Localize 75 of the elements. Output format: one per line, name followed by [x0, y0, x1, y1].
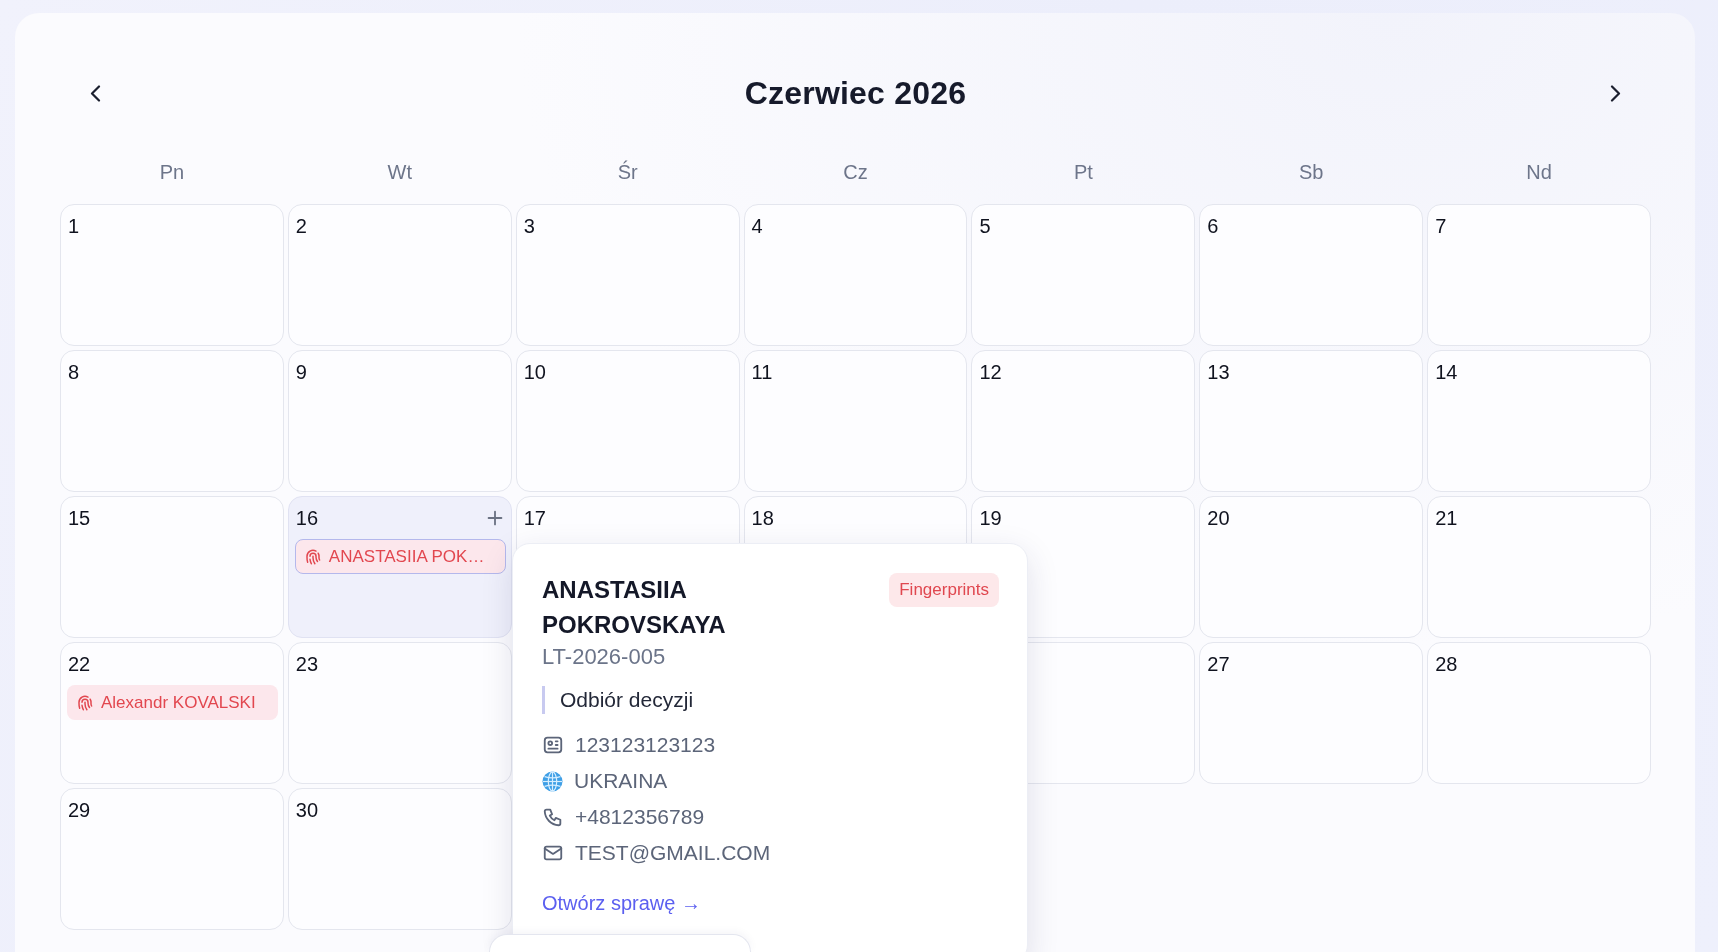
day-number: 5 — [979, 214, 991, 238]
day-number: 30 — [295, 798, 319, 822]
day-cell[interactable]: 7 — [1427, 204, 1651, 346]
day-cell[interactable]: 28 — [1427, 642, 1651, 784]
id-card-icon — [542, 734, 564, 756]
day-cell[interactable]: 11 — [743, 350, 968, 492]
day-number: 3 — [523, 214, 535, 238]
day-cell[interactable]: 15 — [60, 496, 284, 638]
weekday-label: Sb — [1298, 160, 1324, 185]
day-number: 6 — [1207, 214, 1219, 238]
day-number: 7 — [1435, 214, 1447, 238]
category-badge: Fingerprints — [889, 573, 999, 607]
day-number: 17 — [523, 506, 546, 530]
day-number: 8 — [68, 360, 80, 384]
day-cell[interactable]: 23 — [287, 642, 512, 784]
weekday-label: Nd — [1526, 160, 1552, 185]
day-cell[interactable]: 27 — [1199, 642, 1424, 784]
day-number: 28 — [1435, 652, 1458, 676]
day-cell[interactable]: 8 — [60, 350, 284, 492]
day-cell[interactable]: 30 — [287, 788, 512, 930]
day-cell[interactable]: 3 — [515, 204, 740, 346]
email-address: TEST@GMAIL.COM — [575, 840, 771, 866]
open-case-link[interactable]: Otwórz sprawę → — [542, 889, 701, 917]
person-name: ANASTASIIA POKROVSKAYA — [542, 575, 727, 640]
phone-number: +4812356789 — [575, 804, 705, 830]
weekday-label: Pt — [1073, 160, 1093, 185]
day-number: 4 — [751, 214, 763, 238]
day-cell[interactable]: 10 — [515, 350, 740, 492]
day-number: 18 — [751, 506, 774, 530]
weekday-label: Pn — [159, 160, 185, 185]
weekday-label: Wt — [387, 160, 412, 185]
day-cell[interactable]: 14 — [1427, 350, 1651, 492]
document-number: 123123123123 — [575, 732, 716, 758]
day-cell[interactable]: 16 ANASTASIIA POK… — [287, 496, 512, 638]
day-number: 19 — [979, 506, 1002, 530]
day-cell[interactable]: 2 — [287, 204, 512, 346]
day-number: 21 — [1435, 506, 1458, 530]
day-number: 16 — [295, 506, 319, 530]
day-cell[interactable]: 29 — [60, 788, 284, 930]
month-title: Czerwiec 2026 — [744, 74, 967, 112]
day-cell[interactable]: 22 Alexandr KOVALSKI — [60, 642, 284, 784]
fingerprint-icon — [76, 693, 94, 712]
phone-icon — [542, 806, 564, 828]
fingerprint-icon — [303, 547, 322, 566]
weekday-label: Cz — [843, 160, 868, 185]
day-number: 11 — [751, 360, 773, 384]
day-cell[interactable]: 12 — [971, 350, 1196, 492]
weekday-label: Śr — [617, 159, 638, 185]
day-cell[interactable]: 5 — [971, 204, 1196, 346]
chevron-left-icon — [89, 84, 101, 102]
day-number: 9 — [295, 360, 307, 384]
day-number: 13 — [1207, 360, 1230, 384]
chevron-right-icon — [1610, 84, 1622, 102]
day-cell[interactable]: 1 — [60, 204, 284, 346]
day-number: 10 — [523, 360, 546, 384]
day-number: 20 — [1207, 506, 1230, 530]
day-number: 12 — [979, 360, 1002, 384]
day-cell[interactable]: 21 — [1427, 496, 1651, 638]
day-cell[interactable]: 6 — [1199, 204, 1424, 346]
day-number: 29 — [68, 798, 91, 822]
day-number: 1 — [68, 214, 80, 238]
day-number: 2 — [295, 214, 307, 238]
day-cell[interactable]: 4 — [743, 204, 968, 346]
case-number: LT-2026-005 — [542, 643, 667, 671]
day-number: 23 — [295, 652, 319, 676]
day-cell[interactable]: 13 — [1199, 350, 1424, 492]
country-name: UKRAINA — [574, 768, 668, 794]
globe-icon — [542, 770, 563, 792]
day-cell[interactable]: 20 — [1199, 496, 1424, 638]
visit-purpose: Odbiór decyzji — [542, 686, 999, 714]
day-number: 15 — [68, 506, 91, 530]
day-number: 14 — [1435, 360, 1458, 384]
day-cell[interactable]: 9 — [287, 350, 512, 492]
day-number: 22 — [68, 652, 91, 676]
day-number: 27 — [1207, 652, 1230, 676]
